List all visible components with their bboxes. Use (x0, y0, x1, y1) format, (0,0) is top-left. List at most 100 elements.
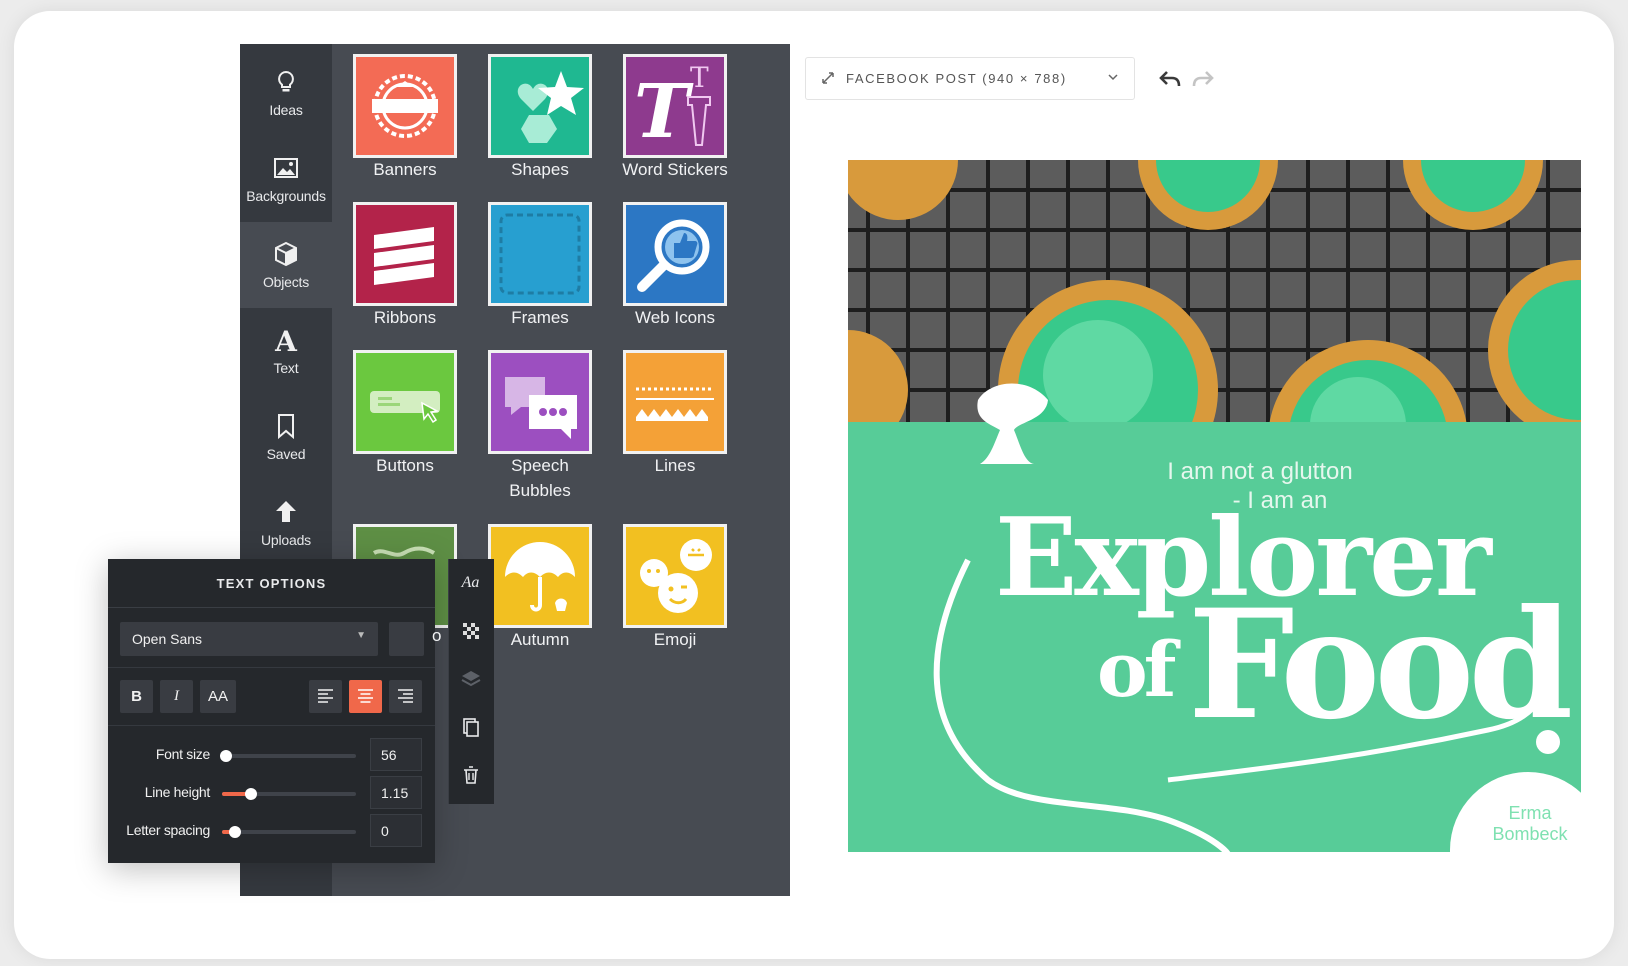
lightbulb-icon (278, 70, 294, 92)
align-center-button[interactable] (349, 680, 382, 713)
svg-text:T: T (634, 69, 694, 155)
chevron-down-icon (1108, 74, 1118, 81)
sidebar-item-uploads[interactable]: Uploads (240, 480, 332, 566)
sidebar-item-objects[interactable]: Objects (240, 222, 332, 308)
buttons-icon (370, 391, 440, 424)
redo-icon[interactable] (1190, 66, 1216, 92)
line-height-label: Line height (144, 784, 211, 800)
chevron-down-icon: ▼ (356, 630, 366, 641)
tile-label-line2: Bubbles (509, 481, 571, 500)
tile-label: Speech (511, 456, 569, 475)
letter-spacing-slider[interactable] (222, 826, 356, 838)
bold-button[interactable]: B (120, 680, 153, 713)
line-height-slider[interactable] (222, 788, 356, 800)
quote-line-1[interactable]: I am not a glutton (1130, 458, 1390, 486)
tile-autumn[interactable] (488, 524, 592, 628)
headline-of[interactable]: of (1097, 625, 1176, 714)
duplicate-icon (462, 718, 479, 737)
text-a-icon: A (274, 326, 298, 354)
align-left-button[interactable] (309, 680, 342, 713)
tile-label: Shapes (511, 160, 569, 179)
tile-label: Word Stickers (622, 160, 728, 179)
font-size-label: Font size (155, 746, 210, 762)
speech-bubbles-icon (505, 377, 577, 439)
tile-emoji[interactable] (623, 524, 727, 628)
tile-label: Lines (654, 456, 696, 475)
tile-lines[interactable] (623, 350, 727, 454)
tile-label: Banners (373, 160, 437, 179)
tile-label: Buttons (376, 456, 434, 475)
sidebar-item-backgrounds[interactable]: Backgrounds (240, 136, 332, 222)
font-family-select[interactable]: Open Sans ▼ (120, 622, 378, 656)
canvas-format-select[interactable]: FACEBOOK POST (940 × 788) (805, 57, 1135, 100)
trash-icon (463, 766, 478, 784)
sidebar-item-label: Saved (266, 446, 306, 462)
shapes-icon (517, 71, 584, 143)
bookmark-icon (278, 414, 294, 440)
undo-icon[interactable] (1157, 66, 1183, 92)
svg-text:T: T (690, 61, 709, 94)
tile-label: Autumn (510, 630, 570, 649)
delete-tool[interactable] (448, 751, 493, 799)
uppercase-button[interactable]: AA (200, 680, 236, 713)
tile-label-fragment: on (432, 626, 442, 645)
tile-label: Emoji (653, 630, 697, 649)
layers-tool[interactable] (448, 655, 493, 703)
tile-ribbons[interactable] (353, 202, 457, 306)
letter-spacing-input[interactable]: 0 (370, 814, 422, 847)
sidebar-item-label: Text (273, 360, 299, 376)
image-icon (274, 158, 298, 178)
text-options-title: TEXT OPTIONS (108, 559, 435, 608)
tile-label: Ribbons (373, 308, 437, 327)
sidebar-item-label: Objects (262, 274, 310, 290)
sidebar-item-ideas[interactable]: Ideas (240, 50, 332, 136)
align-right-icon (398, 689, 413, 703)
align-center-icon (358, 689, 373, 703)
sidebar-item-text[interactable]: A Text (240, 308, 332, 394)
author-name[interactable]: Erma Bombeck (1480, 803, 1580, 845)
upload-arrow-icon (276, 501, 296, 522)
font-size-slider[interactable] (220, 750, 356, 762)
umbrella-icon (505, 542, 575, 612)
slider-knob[interactable] (220, 750, 233, 762)
transparency-icon (462, 623, 479, 639)
tile-buttons[interactable] (353, 350, 457, 454)
tile-label: Frames (511, 308, 569, 327)
tile-shapes[interactable] (488, 54, 592, 158)
tile-banners[interactable] (353, 54, 457, 158)
sidebar-item-label: Backgrounds (246, 188, 326, 204)
tile-web-icons[interactable] (623, 202, 727, 306)
headline-food[interactable]: Food (1188, 590, 1573, 740)
font-family-value: Open Sans (132, 631, 203, 647)
layers-icon (461, 671, 480, 687)
sidebar-item-label: Ideas (269, 102, 303, 118)
tile-speech-bubbles[interactable] (488, 350, 592, 454)
cube-icon (275, 241, 297, 267)
magnifier-thumbs-up-icon (637, 219, 710, 292)
tile-label: Web Icons (634, 308, 715, 327)
frames-icon (499, 213, 581, 295)
letter-spacing-label: Letter spacing (126, 822, 210, 838)
emoji-faces-icon (640, 539, 712, 613)
italic-button[interactable]: I (160, 680, 193, 713)
tile-word-stickers[interactable]: T T (623, 54, 727, 158)
font-size-input[interactable]: 56 (370, 738, 422, 771)
word-stickers-icon: T T (634, 61, 711, 155)
transparency-tool[interactable] (448, 607, 493, 655)
author-last-name: Bombeck (1492, 824, 1568, 844)
text-color-swatch[interactable] (389, 622, 424, 656)
line-height-input[interactable]: 1.15 (370, 776, 422, 809)
tile-frames[interactable] (488, 202, 592, 306)
font-style-icon[interactable]: Aa (448, 559, 493, 607)
canvas-format-label: FACEBOOK POST (940 × 788) (846, 71, 1067, 86)
duplicate-tool[interactable] (448, 703, 493, 751)
resize-icon (822, 72, 834, 84)
ribbons-icon (374, 227, 434, 285)
align-left-icon (318, 689, 333, 703)
divider (108, 667, 435, 668)
svg-text:A: A (274, 326, 298, 354)
banner-icon (372, 74, 438, 138)
sidebar-item-saved[interactable]: Saved (240, 394, 332, 480)
sidebar-item-label: Uploads (261, 532, 311, 548)
align-right-button[interactable] (389, 680, 422, 713)
